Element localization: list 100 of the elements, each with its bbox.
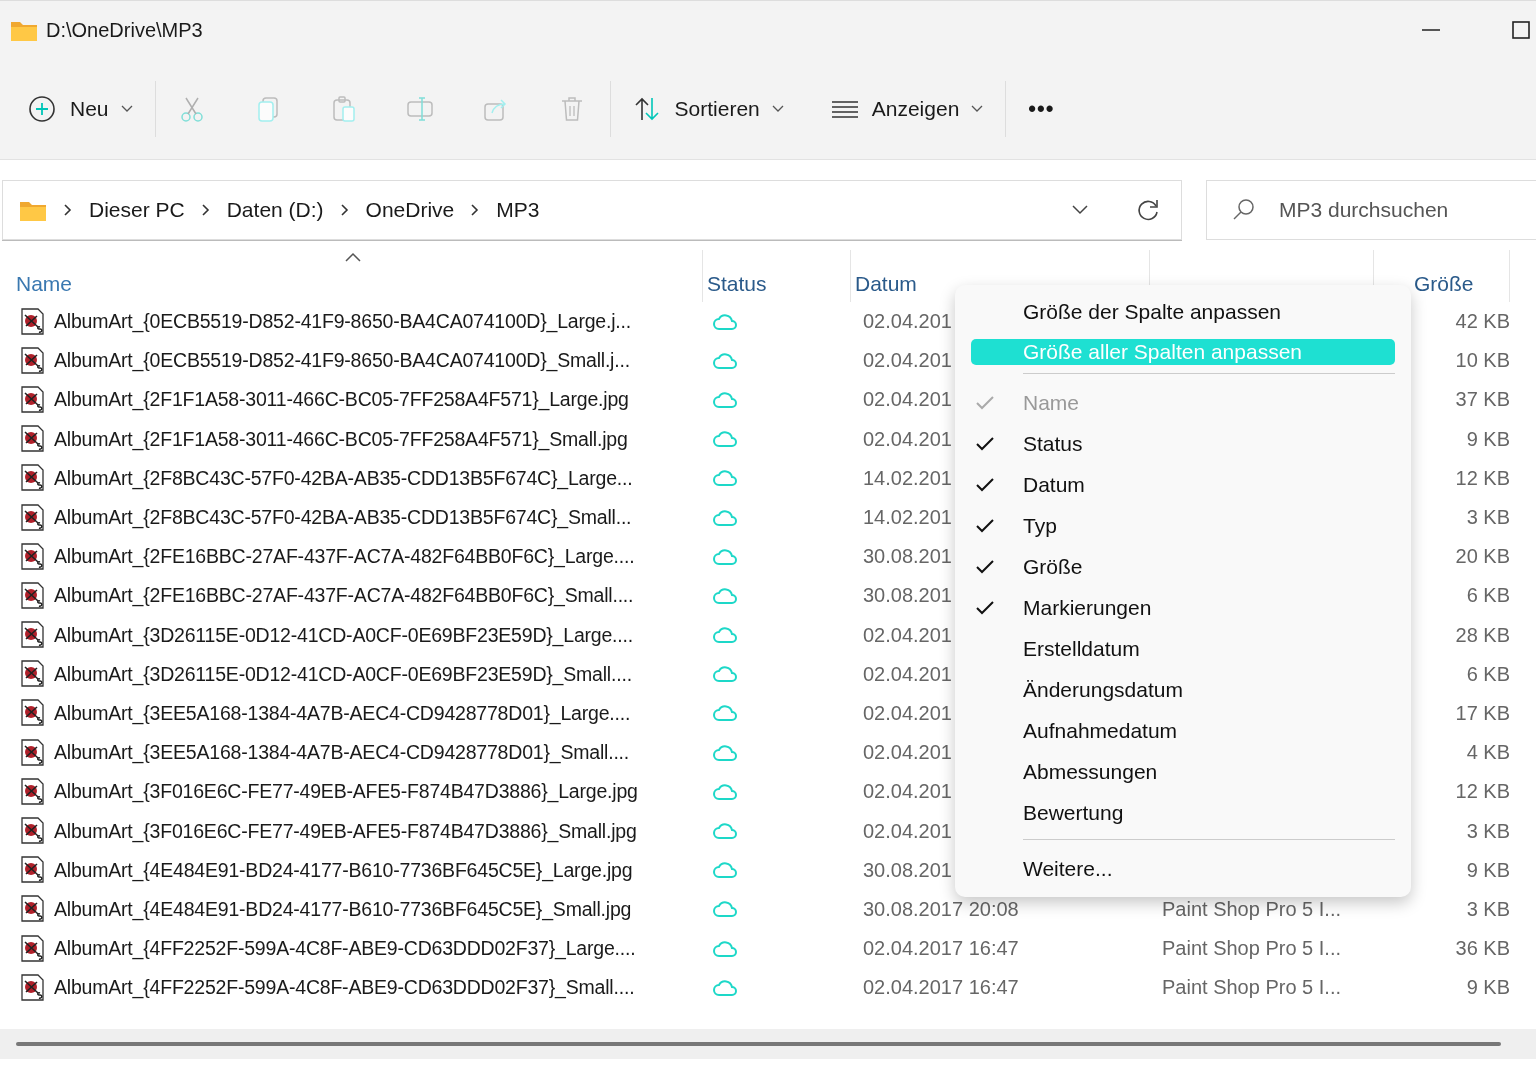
cloud-icon <box>712 742 738 763</box>
file-name[interactable]: AlbumArt_{3F016E6C-FE77-49EB-AFE5-F874B47D3886}_Large.jpg <box>54 780 638 804</box>
date-cell: 30.08.201 <box>863 545 952 569</box>
breadcrumb[interactable]: Daten (D:) <box>226 198 324 222</box>
view-button[interactable]: Anzeigen <box>821 89 992 129</box>
size-cell: 9 KB <box>1466 427 1510 451</box>
cloud-icon <box>712 389 738 410</box>
breadcrumb[interactable]: MP3 <box>496 198 540 222</box>
size-cell: 9 KB <box>1466 976 1510 1000</box>
chevron-icon <box>339 203 350 217</box>
date-cell: 02.04.201 <box>863 388 952 412</box>
size-cell: 4 KB <box>1466 741 1510 765</box>
date-cell: 02.04.201 <box>863 427 952 451</box>
maximize-icon[interactable] <box>1510 19 1532 41</box>
image-file-icon <box>20 973 45 1002</box>
file-name[interactable]: AlbumArt_{3EE5A168-1384-4A7B-AEC4-CD9428778D01}_Small.... <box>54 741 630 765</box>
image-file-icon <box>20 503 45 532</box>
file-name[interactable]: AlbumArt_{3D26115E-0D12-41CD-A0CF-0E69BF23E59D}_Large.... <box>54 623 633 647</box>
size-cell: 6 KB <box>1466 662 1510 686</box>
file-name[interactable]: AlbumArt_{0ECB5519-D852-41F9-8650-BA4CA074100D}_Large.j... <box>54 310 632 334</box>
menu-item[interactable]: Markierungen <box>971 587 1395 628</box>
cloud-icon <box>712 311 738 332</box>
column-header[interactable]: Name <box>12 250 703 302</box>
image-file-icon <box>20 385 45 414</box>
file-name[interactable]: AlbumArt_{2FE16BBC-27AF-437F-AC7A-482F64BB0F6C}_Small.... <box>54 584 634 608</box>
new-button[interactable]: Neu <box>20 89 141 129</box>
cloud-icon <box>712 860 738 881</box>
menu-item[interactable]: Datum <box>971 464 1395 505</box>
cloud-icon <box>712 977 738 998</box>
horizontal-scrollbar[interactable] <box>0 1029 1536 1060</box>
address-bar[interactable]: Dieser PC Daten (D:) OneDrive MP3 <box>2 180 1182 240</box>
search-box[interactable]: MP3 durchsuchen <box>1206 180 1536 240</box>
size-cell: 3 KB <box>1466 897 1510 921</box>
type-cell: Paint Shop Pro 5 I... <box>1162 976 1341 1000</box>
size-cell: 42 KB <box>1455 310 1510 334</box>
date-cell: 02.04.2017 16:47 <box>863 976 1019 1000</box>
size-cell: 36 KB <box>1455 937 1510 961</box>
file-name[interactable]: AlbumArt_{2F8BC43C-57F0-42BA-AB35-CDD13B5F674C}_Large... <box>54 466 633 490</box>
image-file-icon <box>20 817 45 846</box>
size-cell: 12 KB <box>1455 780 1510 804</box>
sort-button[interactable]: Sortieren <box>624 89 792 129</box>
file-name[interactable]: AlbumArt_{4FF2252F-599A-4C8F-ABE9-CD63DDD02F37}_Large.... <box>54 937 636 961</box>
menu-item[interactable]: Weitere... <box>971 848 1395 889</box>
image-file-icon <box>20 346 45 375</box>
file-name[interactable]: AlbumArt_{2FE16BBC-27AF-437F-AC7A-482F64BB0F6C}_Large.... <box>54 545 635 569</box>
date-cell: 30.08.2017 20:08 <box>863 897 1019 921</box>
file-name[interactable]: AlbumArt_{4E484E91-BD24-4177-B610-7736BF645C5E}_Small.jpg <box>54 897 632 921</box>
file-name[interactable]: AlbumArt_{2F8BC43C-57F0-42BA-AB35-CDD13B5F674C}_Small... <box>54 506 632 530</box>
cloud-icon <box>712 507 738 528</box>
image-file-icon <box>20 738 45 767</box>
image-file-icon <box>20 856 45 885</box>
file-name[interactable]: AlbumArt_{2F1F1A58-3011-466C-BC05-7FF258A4F571}_Large.jpg <box>54 388 629 412</box>
menu-item[interactable]: Bewertung <box>971 792 1395 833</box>
image-file-icon <box>20 581 45 610</box>
menu-item[interactable]: Erstelldatum <box>971 628 1395 669</box>
file-name[interactable]: AlbumArt_{4FF2252F-599A-4C8F-ABE9-CD63DDD02F37}_Small.... <box>54 976 635 1000</box>
date-cell: 02.04.2017 16:47 <box>863 937 1019 961</box>
image-file-icon <box>20 934 45 963</box>
image-file-icon <box>20 621 45 650</box>
size-cell: 6 KB <box>1466 584 1510 608</box>
date-cell: 14.02.201 <box>863 466 952 490</box>
menu-item[interactable]: Abmessungen <box>971 751 1395 792</box>
size-cell: 28 KB <box>1455 623 1510 647</box>
date-cell: 02.04.201 <box>863 662 952 686</box>
window-title: D:\OneDrive\MP3 <box>46 18 203 42</box>
breadcrumb[interactable]: Dieser PC <box>89 198 185 222</box>
refresh-icon[interactable] <box>1135 197 1161 223</box>
add-icon <box>28 95 58 123</box>
menu-item[interactable]: Größe <box>971 546 1395 587</box>
size-cell: 12 KB <box>1455 466 1510 490</box>
cloud-icon <box>712 350 738 371</box>
file-name[interactable]: AlbumArt_{3F016E6C-FE77-49EB-AFE5-F874B47D3886}_Small.jpg <box>54 819 637 843</box>
chevron-icon <box>200 203 211 217</box>
size-cell: 17 KB <box>1455 701 1510 725</box>
menu-item[interactable]: Typ <box>971 505 1395 546</box>
cloud-icon <box>712 821 738 842</box>
cloud-icon <box>712 468 738 489</box>
image-file-icon <box>20 542 45 571</box>
cloud-icon <box>712 938 738 959</box>
file-name[interactable]: AlbumArt_{3EE5A168-1384-4A7B-AEC4-CD9428778D01}_Large.... <box>54 701 631 725</box>
cloud-icon <box>712 625 738 646</box>
image-file-icon <box>20 464 45 493</box>
file-name[interactable]: AlbumArt_{3D26115E-0D12-41CD-A0CF-0E69BF23E59D}_Small.... <box>54 662 632 686</box>
column-header[interactable]: Status <box>703 250 851 302</box>
image-file-icon <box>20 307 45 336</box>
menu-item[interactable]: Status <box>971 423 1395 464</box>
cloud-icon <box>712 899 738 920</box>
breadcrumb[interactable]: OneDrive <box>365 198 455 222</box>
file-name[interactable]: AlbumArt_{2F1F1A58-3011-466C-BC05-7FF258A4F571}_Small.jpg <box>54 427 628 451</box>
file-name[interactable]: AlbumArt_{0ECB5519-D852-41F9-8650-BA4CA074100D}_Small.j... <box>54 349 630 373</box>
menu-item[interactable]: Aufnahmedatum <box>971 710 1395 751</box>
more-button[interactable]: ••• <box>1020 90 1063 128</box>
date-cell: 02.04.201 <box>863 780 952 804</box>
menu-item[interactable]: Änderungsdatum <box>971 669 1395 710</box>
date-cell: 14.02.201 <box>863 506 952 530</box>
search-field[interactable]: MP3 durchsuchen <box>1277 189 1501 231</box>
file-name[interactable]: AlbumArt_{4E484E91-BD24-4177-B610-7736BF645C5E}_Large.jpg <box>54 858 633 882</box>
date-cell: 02.04.201 <box>863 741 952 765</box>
type-cell: Paint Shop Pro 5 I... <box>1162 937 1341 961</box>
dropdown-chevron-icon[interactable] <box>1071 204 1089 216</box>
